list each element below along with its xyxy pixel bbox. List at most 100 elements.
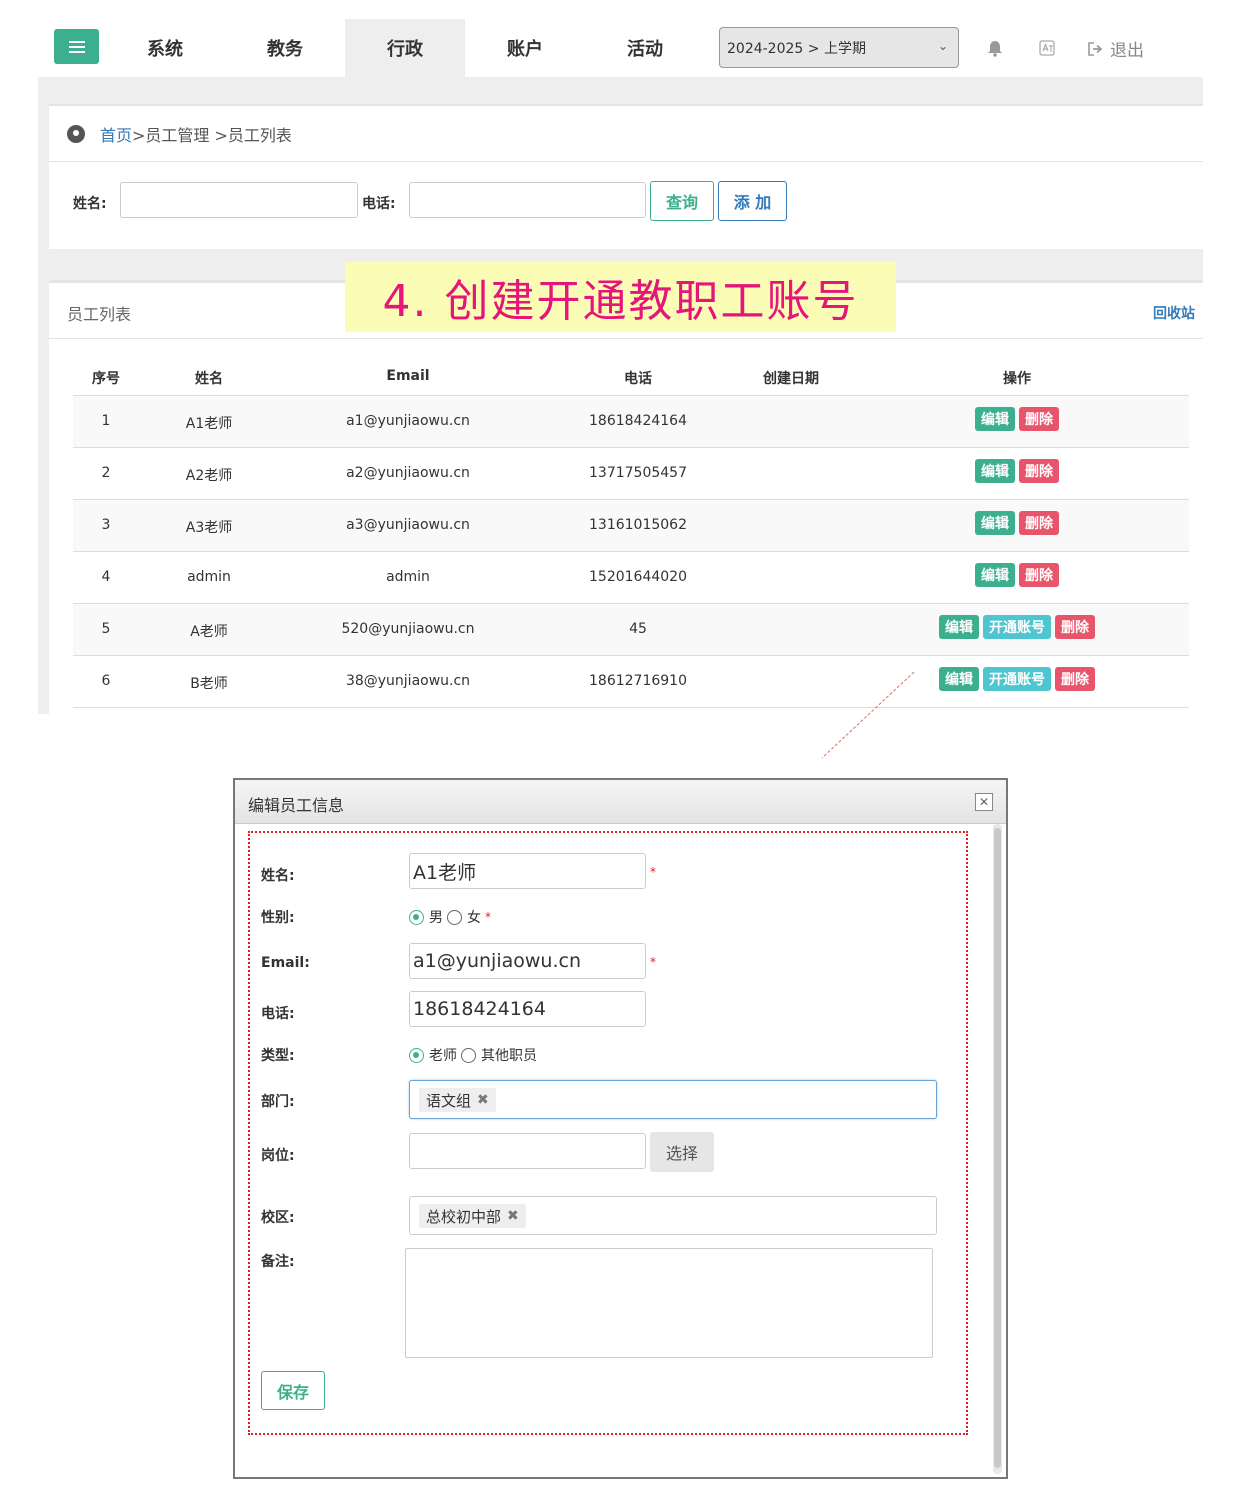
remove-tag-icon[interactable]: ✖ [507, 1208, 519, 1224]
nav-tab-system[interactable]: 系统 [105, 19, 225, 77]
cell-email: admin [386, 569, 430, 585]
column-header-email: Email [386, 368, 430, 384]
breadcrumb-path: >员工管理 >员工列表 [132, 126, 292, 145]
save-button[interactable]: 保存 [261, 1371, 325, 1410]
email-input[interactable]: a1@yunjiaowu.cn [409, 943, 646, 979]
term-select[interactable]: 2024-2025 > 上学期 ⌄ [719, 27, 959, 68]
delete-button[interactable]: 删除 [1055, 667, 1095, 691]
department-tag: 语文组 ✖ [419, 1088, 496, 1112]
cell-phone: 45 [629, 621, 647, 637]
row-actions: 编辑 开通账号 删除 [939, 615, 1095, 639]
gender-radio-group: 男 女 * [409, 907, 491, 927]
logout-link[interactable]: 退出 [1088, 36, 1144, 61]
position-label: 岗位: [261, 1148, 295, 1164]
name-input[interactable]: A1老师 [409, 853, 646, 889]
campus-label: 校区: [261, 1210, 295, 1226]
row-actions: 编辑 删除 [975, 563, 1059, 587]
required-mark: * [485, 910, 491, 924]
open-account-button[interactable]: 开通账号 [983, 667, 1051, 691]
cell-phone: 13161015062 [589, 517, 687, 533]
annotation-banner: 4. 创建开通教职工账号 [345, 262, 896, 332]
query-button[interactable]: 查询 [650, 181, 714, 221]
menu-icon [68, 40, 85, 53]
gender-male-label: 男 [429, 910, 443, 926]
edit-button[interactable]: 编辑 [975, 407, 1015, 431]
edit-button[interactable]: 编辑 [975, 459, 1015, 483]
choose-position-button[interactable]: 选择 [650, 1132, 714, 1172]
edit-button[interactable]: 编辑 [975, 563, 1015, 587]
remove-tag-icon[interactable]: ✖ [477, 1092, 489, 1108]
delete-button[interactable]: 删除 [1019, 407, 1059, 431]
phone-input[interactable]: 18618424164 [409, 991, 646, 1027]
row-actions: 编辑 开通账号 删除 [939, 667, 1095, 691]
type-radio-group: 老师 其他职员 [409, 1045, 541, 1065]
type-other-staff-radio[interactable] [461, 1047, 476, 1063]
close-icon[interactable]: ✕ [975, 793, 993, 811]
breadcrumb: 首页 >员工管理 >员工列表 [67, 122, 292, 146]
nav-tab-account[interactable]: 账户 [465, 19, 585, 77]
cell-phone: 18612716910 [589, 673, 687, 689]
add-button[interactable]: 添 加 [718, 181, 787, 221]
cell-email: a2@yunjiaowu.cn [346, 465, 470, 481]
cell-name: A老师 [190, 624, 228, 640]
gender-female-radio[interactable] [447, 909, 462, 925]
type-teacher-radio[interactable] [409, 1047, 424, 1063]
column-header-no: 序号 [92, 371, 120, 387]
delete-button[interactable]: 删除 [1019, 563, 1059, 587]
row-actions: 编辑 删除 [975, 511, 1059, 535]
term-select-value: 2024-2025 > 上学期 [727, 40, 866, 57]
required-mark: * [650, 955, 656, 969]
campus-tag: 总校初中部 ✖ [419, 1204, 526, 1228]
bell-icon[interactable] [985, 38, 1005, 58]
column-header-actions: 操作 [1003, 371, 1031, 387]
staff-table: 序号 姓名 Email 电话 创建日期 操作 1 A1老师 a1@yunjiaowu… [73, 356, 1189, 708]
row-actions: 编辑 删除 [975, 407, 1059, 431]
nav-tab-administration[interactable]: 行政 [345, 19, 465, 77]
department-select[interactable]: 语文组 ✖ [409, 1080, 937, 1119]
cell-email: 520@yunjiaowu.cn [341, 621, 475, 637]
translate-icon[interactable] [1037, 38, 1057, 58]
department-tag-label: 语文组 [426, 1091, 472, 1110]
cell-no: 5 [101, 621, 111, 637]
breadcrumb-home-link[interactable]: 首页 [100, 122, 132, 146]
delete-button[interactable]: 删除 [1019, 511, 1059, 535]
list-title: 员工列表 [67, 305, 132, 324]
recycle-bin-link[interactable]: 回收站 [1153, 303, 1195, 323]
logout-label: 退出 [1110, 41, 1144, 61]
remark-textarea[interactable] [405, 1248, 933, 1358]
cell-name: A2老师 [185, 468, 233, 484]
column-header-name: 姓名 [195, 371, 223, 387]
table-row: 2 A2老师 a2@yunjiaowu.cn 13717505457 编辑 删除 [73, 448, 1189, 500]
nav-tab-activity[interactable]: 活动 [585, 19, 705, 77]
cell-no: 2 [101, 465, 111, 481]
phone-filter-label: 电话: [362, 196, 396, 212]
delete-button[interactable]: 删除 [1019, 459, 1059, 483]
campus-select[interactable]: 总校初中部 ✖ [409, 1196, 937, 1235]
cell-name: A3老师 [185, 520, 233, 536]
cell-name: A1老师 [185, 416, 233, 432]
phone-filter-input[interactable] [409, 182, 646, 218]
email-label: Email: [261, 955, 310, 971]
dialog-scrollbar[interactable] [993, 824, 1002, 1474]
divider [49, 161, 1203, 162]
position-input[interactable] [409, 1133, 646, 1169]
table-row: 3 A3老师 a3@yunjiaowu.cn 13161015062 编辑 删除 [73, 500, 1189, 552]
nav-tab-academic[interactable]: 教务 [225, 19, 345, 77]
dialog-form: 姓名: A1老师 * 性别: 男 女 * Email: a1@yunjiaowu… [248, 831, 968, 1435]
cell-no: 4 [101, 569, 111, 585]
gender-male-radio[interactable] [409, 909, 424, 925]
menu-toggle-button[interactable] [54, 29, 99, 64]
type-other-staff-label: 其他职员 [481, 1048, 537, 1064]
open-account-button[interactable]: 开通账号 [983, 615, 1051, 639]
dialog-header: 编辑员工信息 ✕ [235, 780, 1006, 824]
delete-button[interactable]: 删除 [1055, 615, 1095, 639]
cell-email: a3@yunjiaowu.cn [346, 517, 470, 533]
name-filter-input[interactable] [120, 182, 358, 218]
edit-button[interactable]: 编辑 [975, 511, 1015, 535]
edit-button[interactable]: 编辑 [939, 615, 979, 639]
edit-button[interactable]: 编辑 [939, 667, 979, 691]
divider [49, 338, 1203, 339]
cell-name: admin [187, 569, 231, 585]
campus-tag-label: 总校初中部 [426, 1207, 502, 1226]
column-header-created: 创建日期 [763, 371, 819, 387]
